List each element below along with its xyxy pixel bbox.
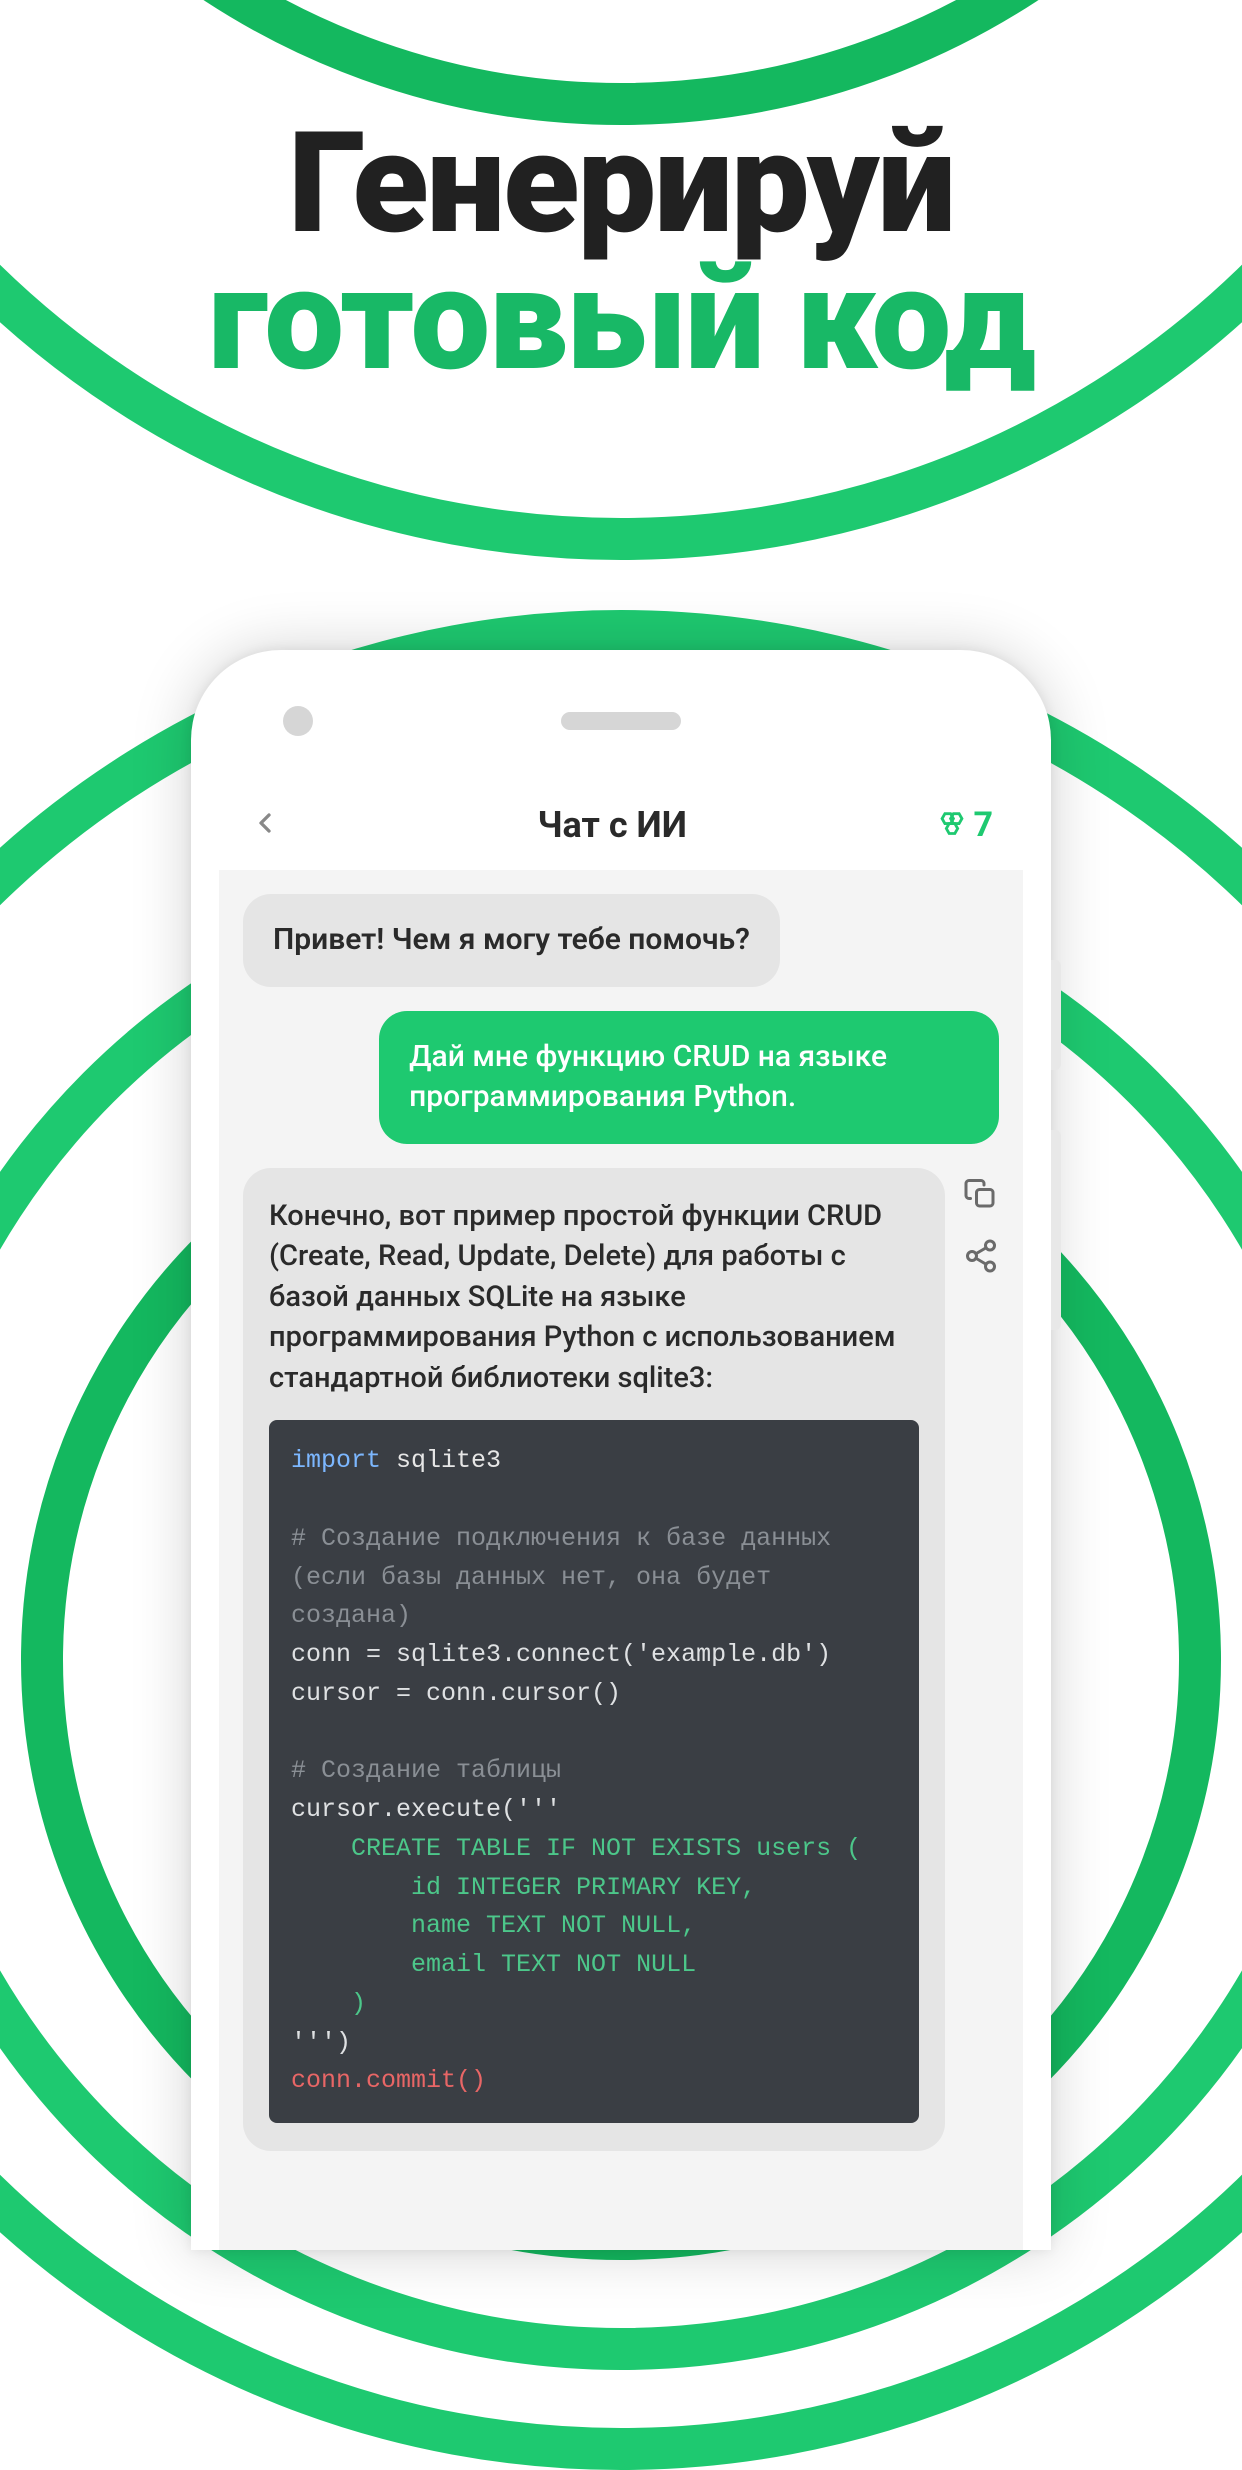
bot-reply-text: Конечно, вот пример простой функции CRUD… [269, 1196, 919, 1399]
chat-body: Привет! Чем я могу тебе помочь? Дай мне … [219, 870, 1023, 2175]
code-line: conn = sqlite3.connect('example.db') [291, 1640, 831, 1669]
chevron-left-icon [249, 807, 281, 839]
code-comment: # Создание таблицы [291, 1756, 561, 1785]
headline-line1: Генерируй [0, 120, 1242, 249]
points-badge[interactable]: 7 [935, 805, 993, 845]
bot-reply-card: Конечно, вот пример простой функции CRUD… [243, 1168, 945, 2152]
code-keyword: import [291, 1446, 381, 1475]
share-button[interactable] [963, 1238, 999, 1278]
phone-speaker [561, 712, 681, 730]
back-button[interactable] [249, 802, 289, 849]
code-block: import sqlite3 # Создание подключения к … [269, 1420, 919, 2123]
bot-message: Привет! Чем я могу тебе помочь? [243, 894, 780, 987]
code-line: cursor = conn.cursor() [291, 1679, 621, 1708]
promo-headline: Генерируй готовый код [0, 0, 1242, 385]
code-module: sqlite3 [396, 1446, 501, 1475]
user-message: Дай мне функцию CRUD на языке программир… [379, 1011, 999, 1144]
phone-screen: Чат с ИИ 7 Привет! Чем я могу тебе помоч… [219, 780, 1023, 2250]
copy-icon [963, 1176, 999, 1212]
reply-actions [963, 1168, 999, 2152]
honeycomb-icon [935, 808, 969, 842]
headline-line2: готовый код [0, 255, 1242, 386]
code-line: cursor.execute(''' [291, 1795, 561, 1824]
chat-title: Чат с ИИ [538, 804, 687, 846]
code-commit: conn.commit() [291, 2066, 486, 2095]
phone-mockup: Чат с ИИ 7 Привет! Чем я могу тебе помоч… [191, 650, 1051, 2250]
bot-reply-block: Конечно, вот пример простой функции CRUD… [243, 1168, 999, 2152]
code-sql: CREATE TABLE IF NOT EXISTS users ( id IN… [291, 1834, 861, 2018]
share-icon [963, 1238, 999, 1274]
phone-side-button [1051, 1130, 1061, 1330]
phone-side-button [1051, 960, 1061, 1070]
code-line: ''') [291, 2028, 351, 2057]
code-comment: # Создание подключения к базе данных (ес… [291, 1524, 846, 1631]
chat-header: Чат с ИИ 7 [219, 780, 1023, 870]
phone-camera [283, 706, 313, 736]
copy-button[interactable] [963, 1176, 999, 1216]
points-count: 7 [973, 805, 993, 845]
